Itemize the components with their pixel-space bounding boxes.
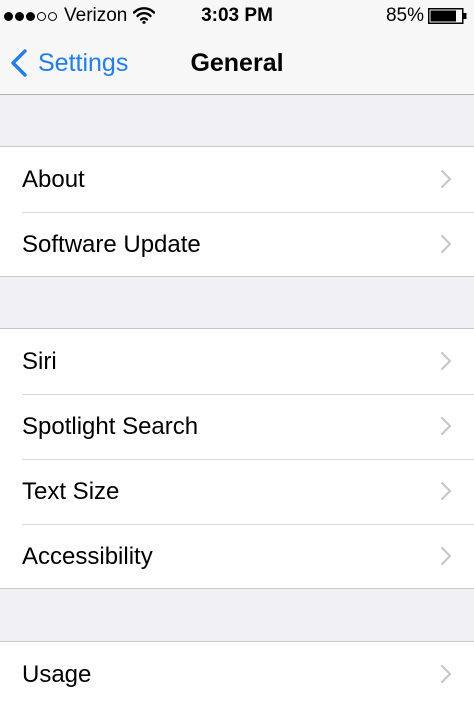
- settings-group-1: About Software Update: [0, 146, 474, 277]
- status-bar: Verizon 3:03 PM 85%: [0, 0, 474, 32]
- chevron-right-icon: [440, 664, 452, 684]
- battery-fill: [430, 10, 456, 22]
- chevron-right-icon: [440, 169, 452, 189]
- row-label: Siri: [22, 348, 57, 375]
- row-siri[interactable]: Siri: [0, 329, 474, 394]
- settings-group-2: Siri Spotlight Search Text Size Accessib…: [0, 328, 474, 589]
- chevron-right-icon: [440, 351, 452, 371]
- row-label: Usage: [22, 661, 92, 688]
- row-label: Text Size: [22, 478, 120, 505]
- row-about[interactable]: About: [0, 147, 474, 212]
- row-usage[interactable]: Usage: [0, 642, 474, 707]
- chevron-right-icon: [440, 234, 452, 254]
- row-text-size[interactable]: Text Size: [0, 459, 474, 524]
- chevron-right-icon: [440, 481, 452, 501]
- row-software-update[interactable]: Software Update: [0, 212, 474, 277]
- row-label: Spotlight Search: [22, 413, 199, 440]
- row-label: Accessibility: [22, 543, 153, 570]
- battery-percentage: 85%: [385, 5, 424, 26]
- row-spotlight-search[interactable]: Spotlight Search: [0, 394, 474, 459]
- settings-group-3: Usage: [0, 641, 474, 711]
- row-label: About: [22, 166, 85, 193]
- row-label: Software Update: [22, 231, 201, 258]
- page-title: General: [190, 49, 284, 77]
- navigation-bar: Settings General: [0, 32, 474, 95]
- row-accessibility[interactable]: Accessibility: [0, 524, 474, 589]
- battery-icon: [428, 8, 467, 24]
- chevron-right-icon: [440, 546, 452, 566]
- chevron-right-icon: [440, 416, 452, 436]
